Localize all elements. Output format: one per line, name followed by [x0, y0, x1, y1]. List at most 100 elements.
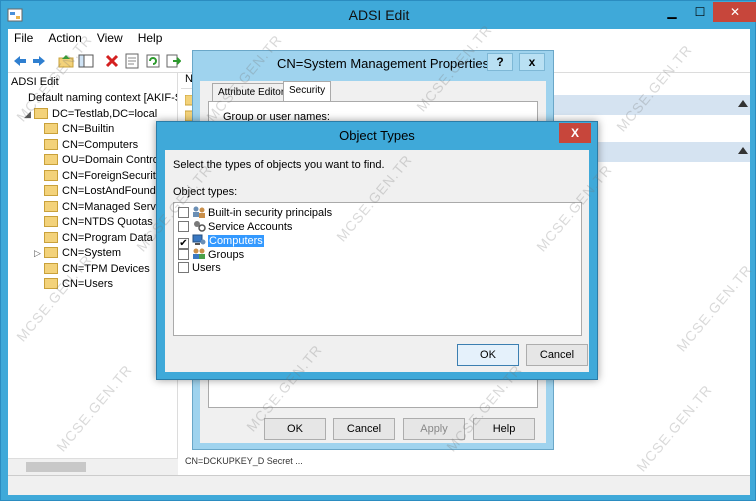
list-item[interactable]: Groups	[178, 248, 244, 262]
tree-item-label: DC=Testlab,DC=local	[52, 107, 158, 120]
checkbox[interactable]	[178, 221, 189, 232]
object-types-list-label: Object types:	[173, 186, 238, 198]
tree-expander-icon[interactable]: ◢	[24, 109, 32, 120]
tree-root-label: ADSI Edit	[11, 76, 59, 88]
minimize-button[interactable]: ▁	[659, 2, 685, 22]
tree-item-label: CN=LostAndFound	[62, 185, 156, 197]
collapse-arrow-icon[interactable]	[738, 147, 748, 154]
cancel-button[interactable]: Cancel	[333, 418, 395, 440]
title-bar[interactable]: ADSI Edit ▁ ☐ ✕	[1, 1, 756, 29]
help-dialog-button[interactable]: Help	[473, 418, 535, 440]
tree-item[interactable]: ▷ CN=System	[34, 247, 121, 262]
folder-icon	[44, 138, 58, 150]
tree-item[interactable]: OU=Domain Controller	[34, 154, 174, 169]
folder-icon	[44, 262, 58, 274]
menu-action[interactable]: Action	[42, 29, 87, 47]
row-label: Users	[192, 262, 221, 274]
refresh-icon[interactable]	[145, 53, 161, 69]
row-label: Groups	[208, 249, 245, 261]
checkbox[interactable]	[178, 249, 189, 260]
row-label: Computers	[208, 235, 264, 247]
forward-icon[interactable]	[31, 53, 47, 69]
properties-close-button[interactable]: x	[519, 53, 545, 71]
tree-root[interactable]: ADSI Edit	[11, 76, 59, 91]
up-folder-icon[interactable]	[58, 53, 74, 69]
object-types-dialog: Object Types X Select the types of objec…	[156, 121, 598, 380]
tab-security[interactable]: Security	[283, 81, 332, 102]
object-types-title-bar[interactable]: Object Types X	[157, 122, 597, 150]
group-icon	[193, 248, 205, 259]
checkbox[interactable]	[178, 262, 189, 273]
properties-title-bar[interactable]: CN=System Management Properties ? x	[193, 51, 553, 75]
tree-item[interactable]: ◢ DC=Testlab,DC=local	[24, 107, 158, 123]
back-icon[interactable]	[12, 53, 28, 69]
tree-item[interactable]: CN=ForeignSecurityPri	[34, 169, 175, 185]
tree-item[interactable]: CN=Program Data	[34, 231, 153, 247]
object-types-description: Select the types of objects you want to …	[173, 159, 385, 171]
object-types-list[interactable]: Built-in security principals Service Acc…	[173, 202, 582, 336]
collapse-arrow-icon[interactable]	[738, 100, 748, 107]
tab-attribute-editor[interactable]: Attribute Editor	[212, 83, 291, 101]
tree-item[interactable]: CN=NTDS Quotas	[34, 216, 153, 231]
menu-file[interactable]: File	[8, 29, 39, 47]
object-types-cancel-button[interactable]: Cancel	[526, 344, 588, 366]
delete-icon[interactable]	[104, 53, 120, 69]
list-item[interactable]: Service Accounts	[178, 220, 292, 234]
export-icon[interactable]	[165, 53, 181, 69]
list-footer-row[interactable]: CN=DCKUPKEY_D Secret ...	[185, 456, 303, 466]
list-item[interactable]: Users	[178, 262, 221, 276]
object-types-ok-button[interactable]: OK	[457, 344, 519, 366]
tree-item-label: CN=Computers	[62, 138, 139, 151]
folder-icon	[44, 216, 58, 227]
menu-bar: File Action View Help	[8, 29, 750, 49]
folder-icon	[44, 169, 58, 181]
properties-title: CN=System Management Properties	[277, 56, 490, 71]
menu-view[interactable]: View	[91, 29, 129, 47]
service-accounts-icon	[194, 221, 206, 232]
horizontal-scrollbar[interactable]	[8, 458, 178, 475]
tree-item[interactable]: CN=Users	[34, 278, 113, 293]
properties-icon[interactable]	[124, 53, 140, 69]
object-types-body: Select the types of objects you want to …	[165, 150, 589, 372]
tree-expander-icon[interactable]: ▷	[34, 248, 42, 259]
security-principals-icon	[193, 206, 205, 218]
tree-item-label: CN=TPM Devices	[62, 262, 150, 275]
tree-item[interactable]: CN=Computers	[34, 138, 139, 154]
tree-item[interactable]: CN=TPM Devices	[34, 262, 150, 278]
folder-icon	[44, 278, 58, 289]
menu-help[interactable]: Help	[132, 29, 169, 47]
checkbox[interactable]	[178, 207, 189, 218]
ok-button[interactable]: OK	[264, 418, 326, 440]
folder-icon	[44, 154, 58, 165]
row-label: Service Accounts	[208, 221, 293, 233]
object-types-title: Object Types	[339, 128, 415, 143]
folder-icon	[44, 123, 58, 134]
window-title: ADSI Edit	[348, 7, 410, 23]
apply-button[interactable]: Apply	[403, 418, 465, 440]
maximize-button[interactable]: ☐	[687, 2, 713, 22]
folder-icon	[44, 231, 58, 243]
tree-item[interactable]: CN=LostAndFound	[34, 185, 156, 200]
folder-icon	[44, 247, 58, 258]
tree-view: ADSI Edit Default naming context [AKIF-S…	[8, 73, 178, 475]
object-types-close-button[interactable]: X	[559, 123, 591, 143]
actions-section-1[interactable]	[553, 95, 750, 115]
tree-item[interactable]: CN=Builtin	[34, 123, 114, 138]
show-hide-tree-icon[interactable]	[78, 53, 94, 69]
status-bar	[8, 475, 750, 495]
tree-item[interactable]: Default naming context [AKIF-SCC	[18, 92, 177, 107]
help-button[interactable]: ?	[487, 53, 513, 71]
row-label: Built-in security principals	[208, 207, 333, 219]
list-item[interactable]: Built-in security principals	[178, 206, 332, 220]
tree-item-label: CN=Users	[62, 278, 114, 290]
scrollbar-thumb[interactable]	[26, 462, 86, 472]
folder-icon	[44, 200, 58, 212]
close-button[interactable]: ✕	[713, 2, 756, 22]
folder-icon	[34, 107, 48, 119]
folder-icon	[44, 185, 58, 196]
tree-item-label: CN=NTDS Quotas	[62, 216, 153, 228]
computer-icon	[192, 234, 206, 245]
tree-item-label: CN=Program Data	[62, 231, 153, 244]
tree-item-label: Default naming context [AKIF-SCC	[28, 92, 177, 104]
list-item[interactable]: ✔ Computers	[178, 234, 264, 249]
